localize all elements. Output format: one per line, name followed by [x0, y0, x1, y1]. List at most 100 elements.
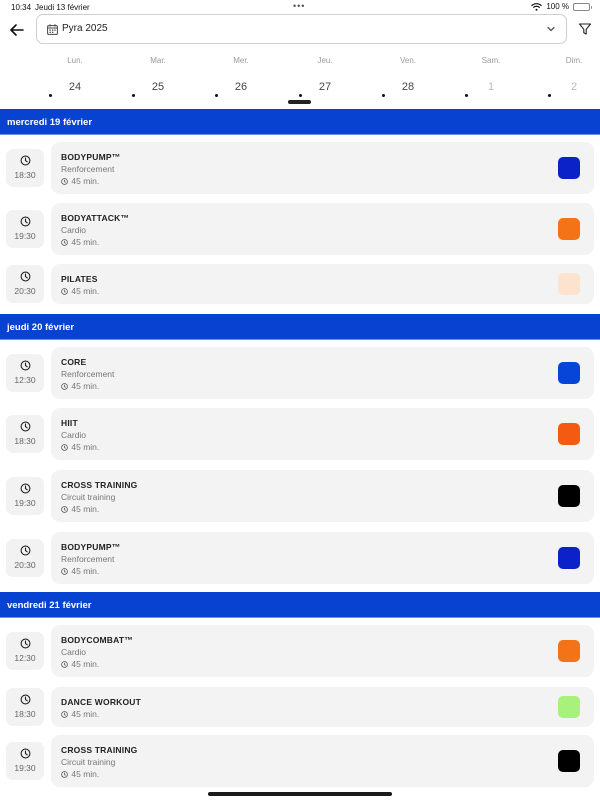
session-category: Circuit training [61, 492, 116, 502]
session-time: 18:30 [14, 436, 36, 446]
session-card[interactable]: CROSS TRAINING Circuit training 45 min. [51, 470, 594, 522]
session-card[interactable]: CROSS TRAINING Circuit training 45 min. [51, 735, 594, 787]
session-time: 20:30 [14, 560, 36, 570]
session-time-box: 18:30 [6, 688, 44, 726]
day-number: 25 [151, 81, 165, 93]
session-row: 18:30 BODYPUMP™ Renforcement 45 min. [0, 142, 600, 194]
multitask-dots-icon[interactable]: ••• [293, 1, 305, 11]
session-duration-text: 45 min. [71, 566, 100, 576]
filter-icon[interactable] [578, 22, 592, 36]
session-time: 12:30 [14, 653, 36, 663]
clock-icon [20, 483, 31, 494]
session-row: 20:30 BODYPUMP™ Renforcement 45 min. [0, 532, 600, 584]
duration-icon [61, 178, 68, 185]
session-card[interactable]: BODYCOMBAT™ Cardio 45 min. [51, 625, 594, 677]
session-duration: 45 min. [61, 709, 99, 719]
session-color-swatch [558, 696, 580, 718]
session-time-box: 19:30 [6, 210, 44, 248]
clock-icon [20, 421, 31, 432]
session-time-box: 12:30 [6, 354, 44, 392]
session-duration: 45 min. [61, 659, 99, 669]
session-card[interactable]: BODYPUMP™ Renforcement 45 min. [51, 142, 594, 194]
session-time: 19:30 [14, 763, 36, 773]
session-dot [49, 94, 52, 97]
day-name: Jeu. [317, 56, 333, 65]
session-color-swatch [558, 547, 580, 569]
week-day-selector: Lun. 24 Mar. 25 Mer. 26 Jeu. 27 Ven. 28 Sam. 1 Dim. 2 [0, 54, 600, 106]
day-number: 24 [68, 81, 82, 93]
session-title: CORE [61, 357, 87, 367]
session-duration: 45 min. [61, 237, 99, 247]
duration-icon [61, 444, 68, 451]
clock-icon [20, 360, 31, 371]
session-time-box: 19:30 [6, 477, 44, 515]
session-row: 19:30 CROSS TRAINING Circuit training 45 m… [0, 470, 600, 522]
session-time-box: 18:30 [6, 415, 44, 453]
session-row: 19:30 CROSS TRAINING Circuit training 45 m… [0, 735, 600, 787]
session-row: 19:30 BODYATTACK™ Cardio 45 min. [0, 203, 600, 255]
duration-icon [61, 383, 68, 390]
session-card[interactable]: HIIT Cardio 45 min. [51, 408, 594, 460]
day-name: Sam. [481, 56, 501, 65]
duration-icon [61, 771, 68, 778]
club-selector-label: Pyra 2025 [62, 23, 108, 34]
session-card[interactable]: PILATES 45 min. [51, 264, 594, 304]
session-duration-text: 45 min. [71, 381, 100, 391]
session-category: Circuit training [61, 757, 116, 767]
session-category: Cardio [61, 430, 87, 440]
session-time-box: 18:30 [6, 149, 44, 187]
home-indicator[interactable] [208, 792, 392, 796]
day-number: 28 [401, 81, 415, 93]
session-card[interactable]: DANCE WORKOUT 45 min. [51, 687, 594, 727]
clock-icon [20, 155, 31, 166]
session-dot [548, 94, 551, 97]
session-duration: 45 min. [61, 442, 99, 452]
duration-icon [61, 288, 68, 295]
session-time: 18:30 [14, 170, 36, 180]
session-duration-text: 45 min. [71, 286, 100, 296]
chevron-down-icon [547, 26, 555, 32]
day-section-header: mercredi 19 février [0, 109, 600, 135]
session-dot [299, 94, 302, 97]
status-bar: 10:34 Jeudi 13 février ••• 100 % [0, 0, 600, 14]
session-card[interactable]: CORE Renforcement 45 min. [51, 347, 594, 399]
session-color-swatch [558, 218, 580, 240]
clock-icon [20, 216, 31, 227]
session-time: 19:30 [14, 231, 36, 241]
calendar-icon [47, 24, 58, 35]
session-card[interactable]: BODYATTACK™ Cardio 45 min. [51, 203, 594, 255]
selected-day-indicator [288, 100, 311, 104]
session-duration: 45 min. [61, 176, 99, 186]
session-time: 12:30 [14, 375, 36, 385]
session-duration: 45 min. [61, 504, 99, 514]
day-name: Mer. [233, 56, 249, 65]
session-row: 12:30 BODYCOMBAT™ Cardio 45 min. [0, 625, 600, 677]
day-section-header: jeudi 20 février [0, 314, 600, 340]
day-name: Dim. [565, 56, 583, 65]
session-title: BODYPUMP™ [61, 542, 121, 552]
session-dot [382, 94, 385, 97]
clock-icon [20, 748, 31, 759]
day-number: 1 [487, 81, 495, 93]
session-category: Cardio [61, 647, 87, 657]
battery-icon [573, 2, 592, 11]
back-arrow-icon[interactable] [7, 20, 27, 40]
session-title: BODYCOMBAT™ [61, 635, 133, 645]
club-selector[interactable]: Pyra 2025 [36, 14, 567, 44]
clock-icon [20, 545, 31, 556]
session-row: 12:30 CORE Renforcement 45 min. [0, 347, 600, 399]
session-card[interactable]: BODYPUMP™ Renforcement 45 min. [51, 532, 594, 584]
session-title: CROSS TRAINING [61, 480, 138, 490]
session-duration-text: 45 min. [71, 769, 100, 779]
status-time: 10:34 [11, 3, 32, 12]
session-color-swatch [558, 640, 580, 662]
session-title: HIIT [61, 418, 78, 428]
session-time-box: 20:30 [6, 539, 44, 577]
session-time: 20:30 [14, 286, 36, 296]
wifi-icon [531, 2, 543, 11]
session-color-swatch [558, 362, 580, 384]
session-duration-text: 45 min. [71, 709, 100, 719]
session-row: 20:30 PILATES 45 min. [0, 264, 600, 304]
day-number: 27 [318, 81, 332, 93]
session-duration-text: 45 min. [71, 659, 100, 669]
